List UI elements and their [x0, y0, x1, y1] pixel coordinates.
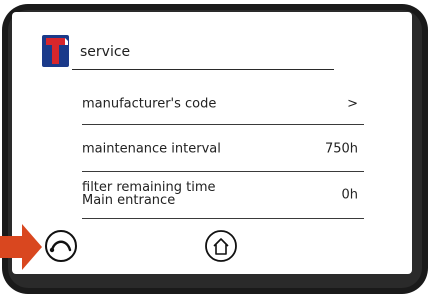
row-divider	[82, 218, 364, 219]
menu-item-filter-remaining-time[interactable]: filter remaining time Main entrance 0h	[82, 175, 364, 215]
brand-logo	[42, 35, 69, 67]
row-divider	[82, 124, 364, 125]
back-arc-icon[interactable]	[44, 229, 78, 263]
menu-item-label: manufacturer's code	[82, 96, 217, 112]
pointer-arrow-icon	[0, 224, 42, 270]
menu-item-manufacturers-code[interactable]: manufacturer's code >	[82, 84, 364, 124]
title-divider	[72, 69, 334, 70]
menu-item-value: 750h	[324, 141, 358, 157]
chevron-right-icon: >	[347, 96, 358, 112]
menu-item-label: filter remaining time Main entrance	[82, 181, 216, 207]
menu-item-value: 0h	[341, 187, 358, 203]
page-title: service	[80, 44, 131, 60]
menu-item-label: maintenance interval	[82, 141, 221, 157]
row-divider	[82, 171, 364, 172]
menu-item-label-line2: Main entrance	[82, 193, 176, 208]
menu-item-maintenance-interval[interactable]: maintenance interval 750h	[82, 129, 364, 169]
home-icon[interactable]	[204, 229, 238, 263]
